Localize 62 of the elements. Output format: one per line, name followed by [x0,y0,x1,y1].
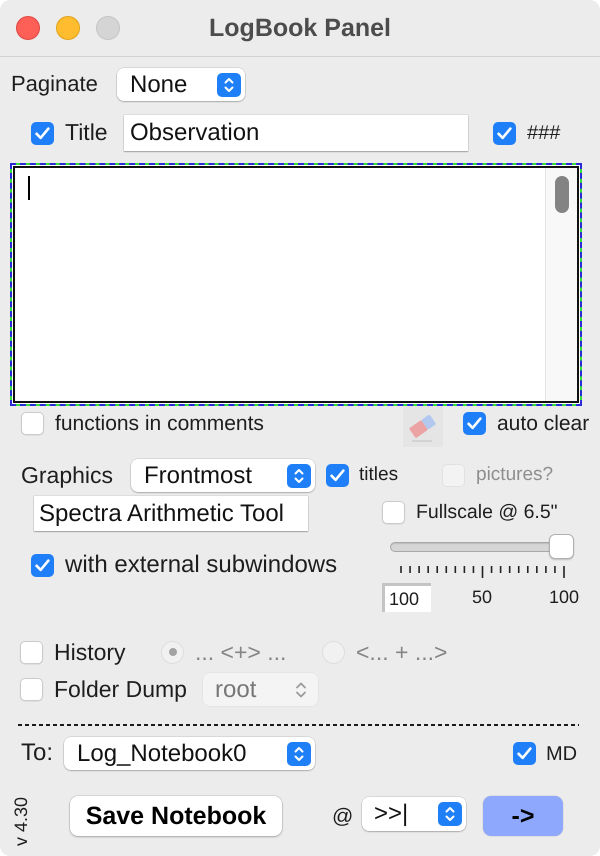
zoom-button[interactable] [96,16,120,40]
checkmark-icon [35,558,50,572]
checkbox-label: ### [527,121,560,145]
tick-mark [482,566,484,578]
field-label: To: [21,739,54,768]
field-label: Paginate [11,71,99,98]
checkbox-label: History [54,638,126,666]
checkbox[interactable] [513,742,536,766]
checkmark-icon [497,126,512,140]
updown-chevron-icon [438,802,462,826]
checkbox-label: with external subwindows [65,551,338,580]
text-field[interactable]: Spectra Arithmetic Tool [34,496,308,531]
tick-mark [563,566,565,578]
updown-chevron-icon [287,742,311,766]
checkbox[interactable] [463,412,486,436]
checkbox-label: functions in comments [55,411,264,436]
checkbox-label: pictures? [476,464,554,487]
checkbox[interactable] [326,464,349,487]
close-button[interactable] [16,16,40,40]
checkbox[interactable] [31,122,54,144]
scrollbar-thumb[interactable] [555,176,569,213]
scrollbar[interactable] [545,168,577,401]
checkbox-label: Fullscale @ 6.5" [416,501,558,524]
text-cursor [28,176,30,200]
radio-label: ... <+> ... [195,638,286,666]
updown-chevron-icon [217,72,241,96]
save-button[interactable]: Save Notebook [70,796,282,836]
slider[interactable] [390,534,574,560]
checkbox[interactable] [493,122,516,144]
checkmark-icon [35,126,50,140]
checkbox-label: Title [65,119,108,147]
checkbox-label: Folder Dump [54,676,187,704]
window-title: LogBook Panel [209,14,391,42]
dropdown[interactable]: None [117,68,245,101]
checkbox[interactable] [382,501,405,524]
tick-label: 100 [549,587,579,609]
radio-dot-icon [168,648,176,656]
field-label: Graphics [21,462,114,490]
checkmark-icon [467,417,482,430]
checkbox-label: titles [359,464,398,487]
version-label: v 4.30 [13,797,30,846]
checkbox[interactable] [20,640,43,664]
notes-text-area[interactable] [10,163,582,406]
dropdown[interactable]: Log_Notebook0 [64,737,315,770]
slider-value-field[interactable]: 100 [382,583,431,612]
text-field[interactable]: Observation [124,115,468,151]
radio-label: <... + ...> [356,638,448,666]
updown-chevron-icon [287,464,311,488]
checkbox[interactable] [31,554,54,577]
checkbox-label: MD [546,742,578,766]
checkbox-label: auto clear [497,411,590,436]
checkmark-icon [330,469,345,482]
dropdown[interactable]: Frontmost [131,459,315,492]
checkmark-icon [517,747,532,760]
slider-thumb[interactable] [549,534,574,560]
checkbox[interactable] [21,412,44,436]
tick-label: 50 [472,587,492,609]
go-button[interactable]: -> [483,796,563,836]
field-label: @ [332,804,354,830]
minimize-button[interactable] [56,16,80,40]
dropdown[interactable]: >>| [362,797,466,832]
updown-chevron-icon [295,680,307,699]
